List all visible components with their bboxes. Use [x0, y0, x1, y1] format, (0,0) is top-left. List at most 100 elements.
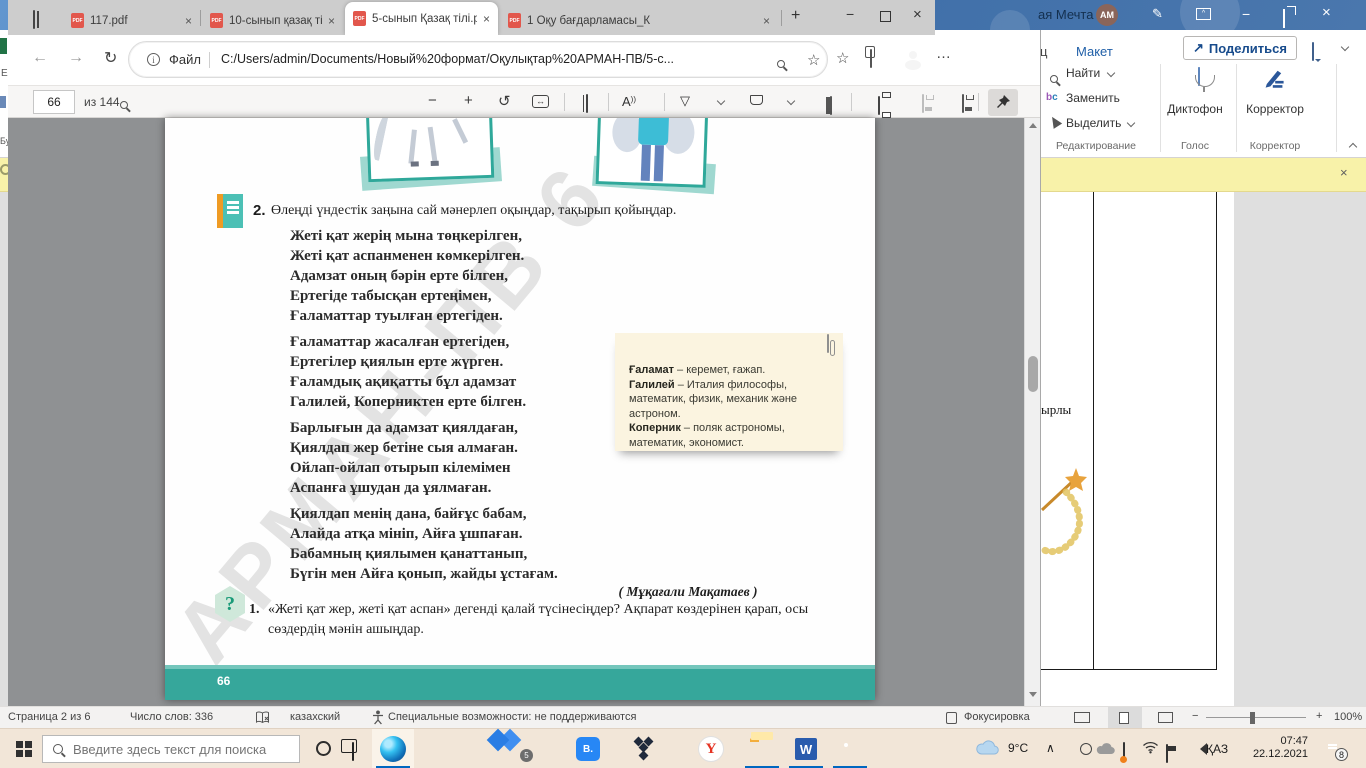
battery-icon[interactable]: [1166, 744, 1168, 763]
tab-5-synyp-active[interactable]: PDF 5-сынып Қазақ тілі.pdf ×: [345, 2, 498, 35]
message-bar-close-icon[interactable]: ×: [1340, 165, 1348, 180]
draw-chevron-icon[interactable]: [716, 96, 726, 106]
favorites-icon[interactable]: ☆: [836, 49, 849, 67]
rotate-icon[interactable]: ↺: [498, 92, 511, 110]
forward-icon[interactable]: →: [68, 49, 84, 67]
tab-close-icon[interactable]: ×: [483, 12, 490, 26]
zoom-percent[interactable]: 100%: [1334, 711, 1362, 723]
zoom-in-button[interactable]: +: [1316, 710, 1322, 722]
draw-icon[interactable]: ▽: [680, 93, 690, 109]
zoom-search-icon[interactable]: [777, 60, 785, 68]
dropbox-icon[interactable]: [632, 736, 658, 762]
clock[interactable]: 07:47 22.12.2021: [1242, 735, 1308, 761]
print-layout-selected[interactable]: [1108, 707, 1142, 729]
tray-expand-icon[interactable]: ∧: [1046, 741, 1055, 755]
wifi-icon[interactable]: [1142, 741, 1159, 754]
eraser-icon[interactable]: [830, 96, 832, 115]
editor-button[interactable]: Корректор: [1240, 102, 1310, 116]
scrollbar-thumb[interactable]: [1028, 356, 1038, 392]
settings-more-icon[interactable]: …: [936, 45, 951, 62]
page-view-icon[interactable]: [586, 94, 588, 113]
zoom-out-icon[interactable]: −: [428, 92, 437, 109]
save-as-icon[interactable]: [962, 94, 964, 113]
find-button[interactable]: Найти: [1066, 66, 1100, 80]
browser-close-button[interactable]: ×: [913, 6, 922, 23]
pin-toolbar-button[interactable]: [988, 89, 1018, 116]
url-text[interactable]: C:/Users/admin/Documents/Новый%20формат/…: [221, 52, 761, 66]
scroll-down-icon[interactable]: [1029, 692, 1037, 697]
ribbon-tab-fragment[interactable]: ц: [1040, 44, 1047, 59]
chrome-cell[interactable]: [830, 729, 870, 768]
focus-mode-button[interactable]: Фокусировка: [964, 711, 1030, 723]
language-indicator[interactable]: ҚАЗ: [1206, 742, 1228, 756]
status-language[interactable]: казахский: [290, 711, 340, 723]
zoom-slider-thumb[interactable]: [1250, 712, 1255, 724]
highlight-chevron-icon[interactable]: [786, 96, 796, 106]
browser-maximize-button[interactable]: [880, 11, 891, 22]
page-number-input[interactable]: [33, 90, 75, 114]
add-favorite-icon[interactable]: ☆: [807, 51, 820, 69]
start-button[interactable]: [16, 741, 23, 748]
taskbar-search[interactable]: [42, 735, 300, 763]
word-cell[interactable]: W: [786, 729, 826, 768]
proofing-icon[interactable]: [255, 711, 270, 724]
onedrive-icon[interactable]: [1096, 742, 1116, 755]
word-restore-button[interactable]: [1283, 9, 1285, 28]
vertical-tabs-icon[interactable]: [33, 10, 35, 29]
status-accessibility[interactable]: Специальные возможности: не поддерживают…: [388, 711, 636, 723]
pdf-file-icon: PDF: [353, 11, 366, 26]
zoom-slider[interactable]: [1206, 717, 1306, 718]
zoom-in-icon[interactable]: +: [464, 92, 473, 109]
comments-icon[interactable]: [1312, 42, 1314, 61]
collapse-ribbon-icon[interactable]: [1348, 142, 1358, 152]
draw-pen-icon[interactable]: ✎: [1152, 6, 1163, 22]
collections-icon[interactable]: [870, 49, 872, 68]
tab-close-icon[interactable]: ×: [763, 14, 770, 28]
refresh-icon[interactable]: ↻: [104, 48, 117, 68]
find-chevron-icon[interactable]: [1106, 68, 1116, 78]
tab-oku-bagdarlamasy[interactable]: PDF 1 Оқу бағдарламасы_К ×: [500, 6, 778, 35]
replace-button[interactable]: Заменить: [1066, 91, 1120, 105]
weather-temp[interactable]: 9°C: [1008, 741, 1028, 755]
edge-active-cell[interactable]: [372, 729, 414, 768]
share-button[interactable]: ↗ Поделиться: [1183, 36, 1297, 60]
status-page[interactable]: Страница 2 из 6: [8, 711, 90, 723]
tray-app-icon[interactable]: [1080, 743, 1092, 755]
info-icon[interactable]: i: [147, 53, 160, 66]
read-aloud-icon[interactable]: A)): [622, 94, 636, 109]
read-mode-icon[interactable]: [1074, 712, 1090, 723]
new-tab-button[interactable]: +: [791, 7, 800, 25]
ribbon-display-options-icon[interactable]: ^: [1196, 8, 1211, 20]
explorer-cell[interactable]: [742, 729, 782, 768]
ribbon-tab-layout[interactable]: Макет: [1076, 44, 1113, 59]
tab-close-icon[interactable]: ×: [328, 14, 335, 28]
vk-icon[interactable]: B.: [576, 737, 600, 761]
status-word-count[interactable]: Число слов: 336: [130, 711, 213, 723]
back-icon[interactable]: ←: [32, 49, 48, 67]
browser-minimize-button[interactable]: −: [846, 6, 854, 22]
yandex-icon[interactable]: Y: [698, 736, 724, 762]
search-icon[interactable]: [120, 101, 128, 109]
zoom-out-button[interactable]: −: [1192, 710, 1198, 722]
display-project-icon[interactable]: [1123, 742, 1125, 761]
avatar[interactable]: AM: [1096, 4, 1118, 26]
chevron-down-icon[interactable]: [1340, 42, 1350, 52]
cortana-icon[interactable]: [316, 741, 331, 756]
search-input[interactable]: [71, 740, 285, 758]
fit-to-width-icon[interactable]: ↔: [532, 95, 549, 108]
task-view-icon[interactable]: [352, 742, 354, 761]
weather-icon[interactable]: [976, 740, 1000, 755]
tab-117[interactable]: PDF 117.pdf ×: [63, 6, 200, 35]
tab-close-icon[interactable]: ×: [185, 14, 192, 28]
address-bar[interactable]: i Файл C:/Users/admin/Documents/Новый%20…: [128, 41, 828, 78]
select-chevron-icon[interactable]: [1126, 118, 1136, 128]
scroll-up-icon[interactable]: [1029, 123, 1037, 128]
print-icon[interactable]: [878, 96, 880, 115]
word-close-button[interactable]: ×: [1322, 5, 1331, 20]
dictate-button[interactable]: Диктофон: [1160, 102, 1230, 116]
tab-10-synyp[interactable]: PDF 10-сынып қазақ тілі жа ×: [202, 6, 343, 35]
highlighter-icon[interactable]: [750, 95, 763, 105]
select-button[interactable]: Выделить: [1066, 116, 1121, 130]
word-minimize-button[interactable]: −: [1242, 7, 1250, 21]
web-layout-icon[interactable]: [1158, 712, 1173, 723]
